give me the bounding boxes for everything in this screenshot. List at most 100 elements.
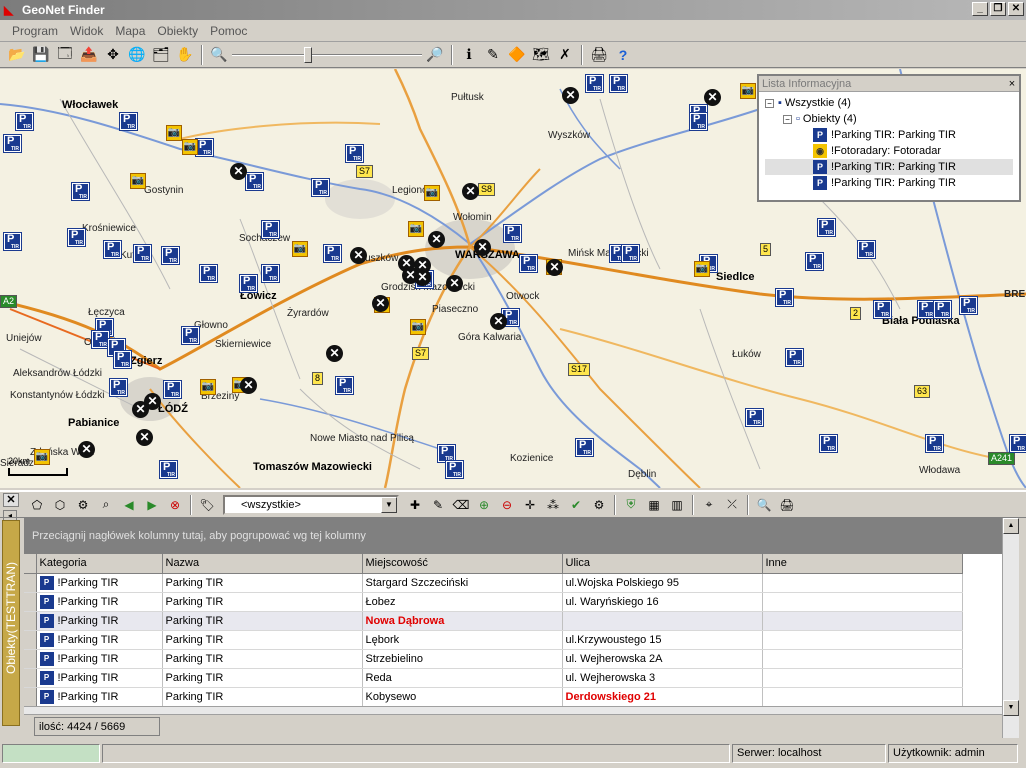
layers-icon[interactable]: 🗂 xyxy=(150,44,172,66)
parking-tir-icon[interactable]: PTIR xyxy=(345,144,364,163)
preview-icon[interactable]: 🔍 xyxy=(753,494,775,516)
table-row[interactable]: P !Parking TIR Parking TIR Strzebielino u… xyxy=(24,649,963,669)
parking-tir-icon[interactable]: PTIR xyxy=(103,240,122,259)
horizontal-scrollbar[interactable] xyxy=(24,706,1002,714)
route-icon[interactable]: 🗺 xyxy=(530,44,552,66)
incident-icon[interactable]: ✕ xyxy=(350,247,367,264)
parking-tir-icon[interactable]: PTIR xyxy=(161,246,180,265)
collapse-icon[interactable]: − xyxy=(765,98,774,108)
group-by-area[interactable]: Przeciągnij nagłówek kolumny tutaj, aby … xyxy=(24,518,1002,554)
incident-icon[interactable]: ✕ xyxy=(230,163,247,180)
parking-tir-icon[interactable]: PTIR xyxy=(817,218,836,237)
table-row[interactable]: P !Parking TIR Parking TIR Lębork ul.Krzy… xyxy=(24,630,963,650)
parking-tir-icon[interactable]: PTIR xyxy=(195,138,214,157)
close-button[interactable]: ✕ xyxy=(1008,2,1024,16)
add-point-icon[interactable]: ✚ xyxy=(404,494,426,516)
column-header-inne[interactable]: Inne xyxy=(762,554,963,574)
scroll-up-icon[interactable]: ▲ xyxy=(1003,518,1019,534)
incident-icon[interactable]: ✕ xyxy=(562,87,579,104)
table-icon[interactable]: ▦ xyxy=(643,494,665,516)
column-header-ulica[interactable]: Ulica xyxy=(562,554,763,574)
zoom-slider[interactable] xyxy=(232,44,422,66)
object-properties-icon[interactable]: ⚙ xyxy=(72,494,94,516)
speed-camera-icon[interactable]: 📷 xyxy=(182,139,198,155)
parking-tir-icon[interactable]: PTIR xyxy=(181,326,200,345)
speed-camera-icon[interactable]: 📷 xyxy=(740,83,756,99)
parking-tir-icon[interactable]: PTIR xyxy=(3,134,22,153)
parking-tir-icon[interactable]: PTIR xyxy=(311,178,330,197)
tree-item-selected[interactable]: P !Parking TIR: Parking TIR xyxy=(765,159,1013,175)
columns-icon[interactable]: ▥ xyxy=(666,494,688,516)
parking-tir-icon[interactable]: PTIR xyxy=(959,296,978,315)
parking-tir-icon[interactable]: PTIR xyxy=(785,348,804,367)
save-icon[interactable]: 💾 xyxy=(30,44,52,66)
speed-camera-icon[interactable]: 📷 xyxy=(200,379,216,395)
incident-icon[interactable]: ✕ xyxy=(546,259,563,276)
objects-dock-tab[interactable]: Obiekty(TESTTRAN) xyxy=(2,520,20,726)
incident-icon[interactable]: ✕ xyxy=(490,313,507,330)
parking-tir-icon[interactable]: PTIR xyxy=(805,252,824,271)
incident-icon[interactable]: ✕ xyxy=(240,377,257,394)
tree-item[interactable]: P !Parking TIR: Parking TIR xyxy=(765,127,1013,143)
collapse-icon[interactable]: − xyxy=(783,114,792,124)
parking-tir-icon[interactable]: PTIR xyxy=(119,112,138,131)
menu-obiekty[interactable]: Obiekty xyxy=(151,24,204,38)
open-icon[interactable]: 📂 xyxy=(6,44,28,66)
incident-icon[interactable]: ✕ xyxy=(446,275,463,292)
parking-tir-icon[interactable]: PTIR xyxy=(323,244,342,263)
parking-tir-icon[interactable]: PTIR xyxy=(925,434,944,453)
table-row[interactable]: P !Parking TIR Parking TIR Reda ul. Wejhe… xyxy=(24,668,963,688)
measure-icon[interactable]: ✎ xyxy=(482,44,504,66)
export-icon[interactable]: 📤 xyxy=(78,44,100,66)
tree-item[interactable]: P !Parking TIR: Parking TIR xyxy=(765,175,1013,191)
menu-program[interactable]: Program xyxy=(6,24,64,38)
parking-tir-icon[interactable]: PTIR xyxy=(113,350,132,369)
parking-tir-icon[interactable]: PTIR xyxy=(335,376,354,395)
parking-tir-icon[interactable]: PTIR xyxy=(163,380,182,399)
parking-tir-icon[interactable]: PTIR xyxy=(245,172,264,191)
parking-tir-icon[interactable]: PTIR xyxy=(519,254,538,273)
incident-icon[interactable]: ✕ xyxy=(78,441,95,458)
select-area-icon[interactable]: ⁂ xyxy=(542,494,564,516)
parking-tir-icon[interactable]: PTIR xyxy=(199,264,218,283)
parking-tir-icon[interactable]: PTIR xyxy=(91,330,110,349)
parking-tir-icon[interactable]: PTIR xyxy=(71,182,90,201)
table-row[interactable]: P !Parking TIR Parking TIR Stargard Szcze… xyxy=(24,573,963,593)
incident-icon[interactable]: ✕ xyxy=(132,401,149,418)
print-icon[interactable]: 🖨 xyxy=(776,494,798,516)
parking-tir-icon[interactable]: PTIR xyxy=(819,434,838,453)
parking-tir-icon[interactable]: PTIR xyxy=(575,438,594,457)
parking-tir-icon[interactable]: PTIR xyxy=(621,244,640,263)
tree-root[interactable]: − ▪ Wszystkie (4) xyxy=(765,95,1013,111)
parking-tir-icon[interactable]: PTIR xyxy=(1009,434,1026,453)
table-row[interactable]: P !Parking TIR Parking TIR Łobez ul. Wary… xyxy=(24,592,963,612)
find-object-icon[interactable]: 🔶 xyxy=(506,44,528,66)
remove-node-icon[interactable]: ⊖ xyxy=(496,494,518,516)
zoom-out-icon[interactable]: 🔍 xyxy=(208,44,230,66)
parking-tir-icon[interactable]: PTIR xyxy=(609,74,628,93)
speed-camera-icon[interactable]: 📷 xyxy=(130,173,146,189)
print-icon[interactable]: 🖨 xyxy=(588,44,610,66)
zoom-in-icon[interactable]: 🔎 xyxy=(424,44,446,66)
tree-item[interactable]: ◉ !Fotoradary: Fotoradar xyxy=(765,143,1013,159)
parking-tir-icon[interactable]: PTIR xyxy=(445,460,464,479)
category-filter-icon[interactable]: 🏷 xyxy=(196,494,218,516)
forward-icon[interactable]: ▶ xyxy=(141,494,163,516)
center-icon[interactable]: ✥ xyxy=(102,44,124,66)
parking-tir-icon[interactable]: PTIR xyxy=(261,220,280,239)
help-icon[interactable]: ? xyxy=(612,44,634,66)
parking-tir-icon[interactable]: PTIR xyxy=(3,232,22,251)
menu-mapa[interactable]: Mapa xyxy=(109,24,151,38)
center-on-object-icon[interactable]: ✛ xyxy=(519,494,541,516)
zoom-to-object-icon[interactable]: ⌖ xyxy=(698,494,720,516)
edit-object-icon[interactable]: ⬡ xyxy=(49,494,71,516)
menu-pomoc[interactable]: Pomoc xyxy=(204,24,253,38)
clear-selection-icon[interactable]: ⤫ xyxy=(721,494,743,516)
parking-tir-icon[interactable]: PTIR xyxy=(15,112,34,131)
incident-icon[interactable]: ✕ xyxy=(428,231,445,248)
clear-route-icon[interactable]: ✗ xyxy=(554,44,576,66)
parking-tir-icon[interactable]: PTIR xyxy=(159,460,178,479)
delete-object-icon[interactable]: ⊗ xyxy=(164,494,186,516)
accept-icon[interactable]: ✔ xyxy=(565,494,587,516)
incident-icon[interactable]: ✕ xyxy=(136,429,153,446)
